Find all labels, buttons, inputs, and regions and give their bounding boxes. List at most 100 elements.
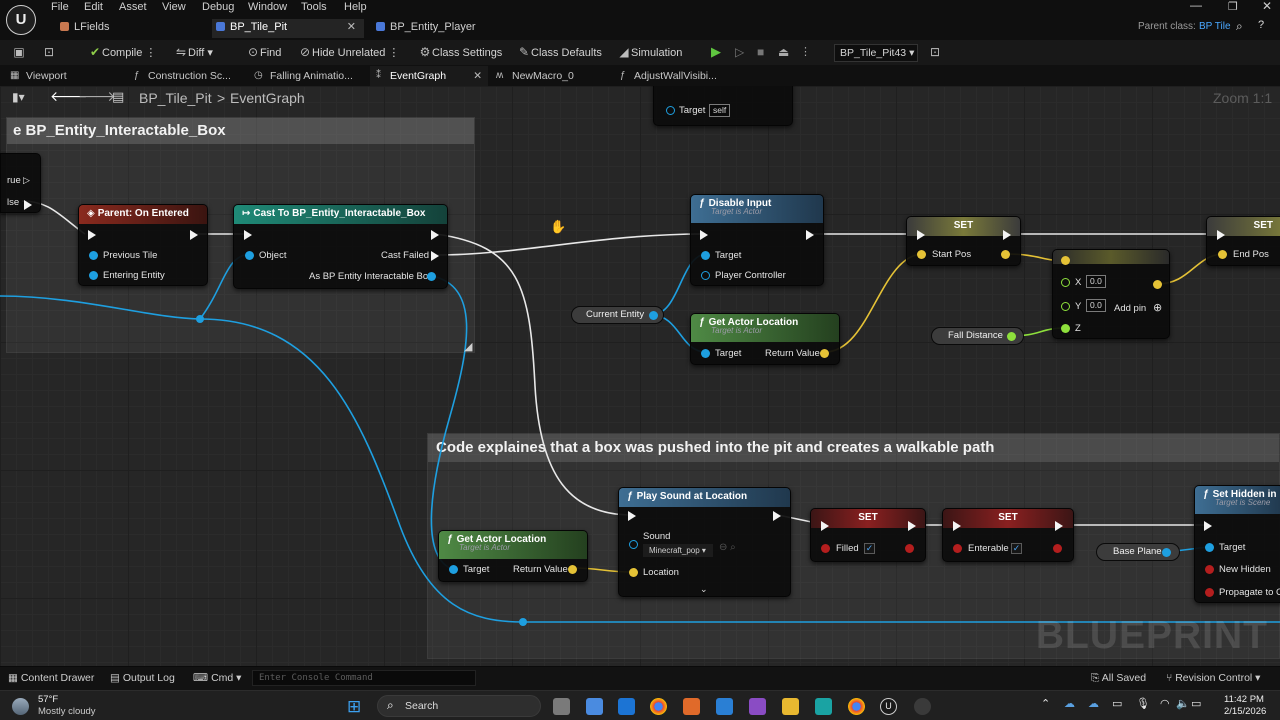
parent-class-link[interactable]: BP Tile bbox=[1199, 21, 1231, 32]
close-tab-icon[interactable]: ✕ bbox=[347, 19, 356, 35]
pin-target[interactable] bbox=[1205, 543, 1214, 552]
console-input[interactable]: Enter Console Command bbox=[252, 670, 476, 686]
find-button[interactable]: ⊙ Find bbox=[246, 45, 281, 61]
taskbar-search[interactable]: ⌕ Search bbox=[377, 695, 541, 717]
revision-control-button[interactable]: ⑂ Revision Control ▾ bbox=[1166, 672, 1260, 684]
menu-window[interactable]: Window bbox=[248, 1, 287, 13]
pin-enterable-out[interactable] bbox=[1053, 544, 1062, 553]
output-log-button[interactable]: ▤ Output Log bbox=[110, 672, 175, 684]
pin-target[interactable] bbox=[701, 251, 710, 260]
exec-out-pin[interactable] bbox=[1003, 230, 1011, 240]
stop-icon[interactable]: ■ bbox=[757, 45, 764, 61]
exec-in-pin[interactable] bbox=[700, 230, 708, 240]
chrome-icon-2[interactable] bbox=[848, 698, 865, 715]
pin-start-pos-out[interactable] bbox=[1001, 250, 1010, 259]
tab-eventgraph[interactable]: ⁑ EventGraph ✕ bbox=[370, 66, 488, 86]
pin-entering-entity[interactable] bbox=[89, 271, 98, 280]
compile-button[interactable]: ✔ Compile ⋮ bbox=[88, 45, 156, 61]
exec-in-pin[interactable] bbox=[917, 230, 925, 240]
onedrive-icon[interactable]: ☁ bbox=[1064, 697, 1075, 710]
set-node-enterable[interactable]: SET Enterable ✓ bbox=[942, 508, 1074, 562]
tab-newmacro[interactable]: ʍ NewMacro_0 bbox=[492, 66, 610, 86]
browse-asset-icon[interactable]: ⊖ ⌕ bbox=[719, 542, 736, 553]
all-saved-button[interactable]: ⎘ All Saved bbox=[1091, 672, 1146, 685]
pin-new-hidden[interactable] bbox=[1205, 565, 1214, 574]
exec-in-pin[interactable] bbox=[1204, 521, 1212, 531]
diff-button[interactable]: ⇋ Diff ▾ bbox=[174, 45, 213, 61]
pin-fall-distance[interactable] bbox=[1007, 332, 1016, 341]
y-value[interactable]: 0.0 bbox=[1086, 299, 1106, 312]
pin-sound[interactable] bbox=[629, 540, 638, 549]
exec-out-pin[interactable] bbox=[806, 230, 814, 240]
getter-base-plane[interactable]: Base Plane bbox=[1096, 543, 1180, 561]
pin-previous-tile[interactable] bbox=[89, 251, 98, 260]
pin-return-value[interactable] bbox=[820, 349, 829, 358]
task-view-icon[interactable] bbox=[553, 698, 570, 715]
pin-z[interactable] bbox=[1061, 324, 1070, 333]
pin-enterable[interactable] bbox=[953, 544, 962, 553]
tab-viewport[interactable]: ▦ Viewport bbox=[0, 66, 120, 86]
pin-as-interactable-box[interactable] bbox=[427, 272, 436, 281]
exec-out-pin[interactable] bbox=[24, 200, 32, 210]
vscode-icon[interactable] bbox=[716, 698, 733, 715]
exec-in-pin[interactable] bbox=[244, 230, 252, 240]
outlook-icon[interactable] bbox=[618, 698, 635, 715]
exec-in-pin[interactable] bbox=[953, 521, 961, 531]
function-node-play-sound-at-location[interactable]: ƒ Play Sound at Location Sound Minecraft_… bbox=[618, 487, 791, 597]
doc-tab-bp-entity-player[interactable]: BP_Entity_Player bbox=[372, 19, 522, 38]
pin-base-plane[interactable] bbox=[1162, 548, 1171, 557]
pin-filled-out[interactable] bbox=[905, 544, 914, 553]
eject-icon[interactable]: ⏏ bbox=[778, 45, 789, 61]
function-node-get-actor-location[interactable]: ƒ Get Actor Location Target is Actor Targe… bbox=[690, 313, 840, 365]
exec-in-pin[interactable] bbox=[88, 230, 96, 240]
search-icon[interactable]: ⌕ bbox=[1236, 19, 1243, 34]
pin-propagate[interactable] bbox=[1205, 588, 1214, 597]
top-node-partial[interactable]: Target self bbox=[653, 86, 793, 126]
display-icon[interactable]: ▭ bbox=[1112, 697, 1122, 710]
vector-header-pin[interactable] bbox=[1061, 256, 1070, 265]
add-pin-label[interactable]: Add pin bbox=[1114, 303, 1146, 314]
github-icon[interactable] bbox=[914, 698, 931, 715]
function-node-get-actor-location-2[interactable]: ƒ Get Actor Location Target is Actor Targe… bbox=[438, 530, 588, 582]
target-pin[interactable] bbox=[666, 106, 675, 115]
menu-file[interactable]: File bbox=[51, 1, 69, 13]
resize-handle-icon[interactable]: ◢ bbox=[464, 340, 472, 353]
wifi-icon[interactable]: ◠ bbox=[1160, 697, 1170, 710]
forward-arrow-icon[interactable]: 🡒 bbox=[78, 88, 116, 105]
simulation-button[interactable]: ◢ Simulation bbox=[617, 45, 682, 61]
event-graph-canvas[interactable]: e BP_Entity_Interactable_Box Code explai… bbox=[0, 86, 1280, 666]
battery-icon[interactable]: ▭ bbox=[1191, 697, 1201, 710]
restore-window-icon[interactable]: ❐ bbox=[1228, 0, 1238, 13]
class-settings-button[interactable]: ⚙ Class Settings bbox=[418, 45, 503, 61]
event-node-on-entered[interactable]: ◈ Parent: On Entered Previous Tile Enteri… bbox=[78, 204, 208, 286]
visual-studio-icon[interactable] bbox=[749, 698, 766, 715]
weather-icon[interactable] bbox=[12, 698, 29, 715]
tab-falling-animation[interactable]: ◷ Falling Animatio... bbox=[248, 66, 370, 86]
sound-asset-select[interactable]: Minecraft_pop ▾ bbox=[643, 544, 713, 557]
pin-object[interactable] bbox=[245, 251, 254, 260]
set-node-start-pos[interactable]: SET Start Pos bbox=[906, 216, 1021, 266]
class-defaults-button[interactable]: ✎ Class Defaults bbox=[517, 45, 602, 61]
blender-icon[interactable] bbox=[683, 698, 700, 715]
pin-player-controller[interactable] bbox=[701, 271, 710, 280]
play-icon[interactable]: ▶ bbox=[711, 45, 721, 61]
minimize-window-icon[interactable]: — bbox=[1190, 0, 1202, 12]
debug-browse-icon[interactable]: ⊡ bbox=[928, 45, 942, 61]
settings-app-icon[interactable] bbox=[586, 698, 603, 715]
menu-view[interactable]: View bbox=[162, 1, 186, 13]
getter-current-entity[interactable]: Current Entity bbox=[571, 306, 664, 324]
help-icon[interactable]: ? bbox=[1258, 19, 1264, 31]
getter-fall-distance[interactable]: Fall Distance bbox=[931, 327, 1024, 345]
debug-object-select[interactable]: BP_Tile_Pit43 ▾ bbox=[834, 44, 918, 62]
content-drawer-button[interactable]: ▦ Content Drawer bbox=[8, 672, 94, 684]
chrome-icon[interactable] bbox=[650, 698, 667, 715]
pin-x[interactable] bbox=[1061, 278, 1070, 287]
unreal-engine-taskbar-icon[interactable]: U bbox=[880, 698, 897, 715]
filled-checkbox[interactable]: ✓ bbox=[864, 543, 875, 554]
pin-start-pos-in[interactable] bbox=[917, 250, 926, 259]
pin-target[interactable] bbox=[449, 565, 458, 574]
close-window-icon[interactable]: ✕ bbox=[1262, 0, 1272, 13]
set-node-end-pos[interactable]: SET End Pos bbox=[1206, 216, 1280, 266]
bookmark-icon[interactable]: ▮▾ bbox=[12, 90, 25, 104]
pin-target[interactable] bbox=[701, 349, 710, 358]
